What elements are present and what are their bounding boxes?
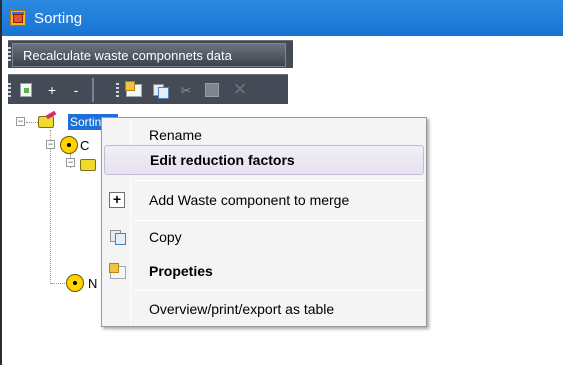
menu-item-label: Rename	[149, 127, 202, 143]
copy-button[interactable]	[148, 79, 172, 101]
expander-collapse-icon[interactable]: −	[46, 140, 55, 149]
plus-icon: +	[47, 82, 57, 98]
toolbar-grip[interactable]	[8, 83, 11, 97]
toolbar-separator	[92, 78, 94, 102]
plus-icon: +	[109, 192, 125, 208]
radioactive-icon	[60, 136, 78, 154]
sorting-node-icon	[38, 110, 57, 129]
recalculate-toolbar: Recalculate waste componnets data	[8, 40, 293, 68]
radioactive-icon	[66, 274, 84, 292]
context-menu: Rename Edit reduction factors + Add Wast…	[101, 117, 427, 327]
copy-icon	[109, 229, 126, 245]
cut-button[interactable]: ✂	[174, 79, 198, 101]
menu-item-label: Copy	[149, 229, 182, 245]
remove-button[interactable]: -	[64, 79, 88, 101]
app-icon	[10, 10, 26, 26]
menu-item-label: Edit reduction factors	[150, 152, 295, 168]
new-document-icon	[20, 83, 32, 97]
expander-collapse-icon[interactable]: −	[16, 117, 25, 126]
menu-item-properties[interactable]: Propeties	[104, 256, 424, 286]
properties-icon	[125, 80, 142, 97]
toolbar-grip[interactable]	[116, 83, 119, 97]
title-bar: Sorting	[2, 0, 563, 36]
minus-icon: -	[73, 82, 79, 98]
copy-icon	[153, 83, 169, 99]
expander-collapse-icon[interactable]: −	[66, 158, 75, 167]
sorting-node-icon	[80, 156, 98, 172]
menu-item-edit-reduction-factors[interactable]: Edit reduction factors	[104, 145, 424, 175]
properties-icon	[109, 263, 126, 279]
properties-button[interactable]	[122, 79, 146, 101]
menu-item-overview-print-export[interactable]: Overview/print/export as table	[104, 294, 424, 324]
tree-node-label[interactable]: C	[80, 138, 89, 153]
paste-icon	[205, 83, 219, 97]
new-document-button[interactable]	[14, 79, 38, 101]
menu-separator	[134, 180, 424, 181]
menu-item-copy[interactable]: Copy	[104, 222, 424, 252]
cut-icon: ✂	[180, 82, 192, 98]
action-toolbar: + - ✂ ✕	[8, 74, 288, 104]
delete-button[interactable]: ✕	[228, 79, 252, 101]
menu-item-label: Add Waste component to merge	[149, 192, 350, 208]
menu-separator	[134, 290, 424, 291]
paste-button[interactable]	[200, 79, 224, 101]
toolbar-grip[interactable]	[8, 47, 11, 61]
application-window: Sorting Recalculate waste componnets dat…	[0, 0, 563, 365]
menu-separator	[134, 220, 424, 221]
tree-node-label[interactable]: N	[88, 276, 97, 291]
delete-icon: ✕	[232, 80, 248, 99]
menu-item-label: Propeties	[149, 263, 213, 279]
menu-item-label: Overview/print/export as table	[149, 301, 335, 317]
window-title: Sorting	[34, 9, 83, 27]
menu-item-add-waste-component[interactable]: + Add Waste component to merge	[104, 185, 424, 215]
recalculate-button[interactable]: Recalculate waste componnets data	[12, 43, 286, 67]
add-button[interactable]: +	[40, 79, 64, 101]
